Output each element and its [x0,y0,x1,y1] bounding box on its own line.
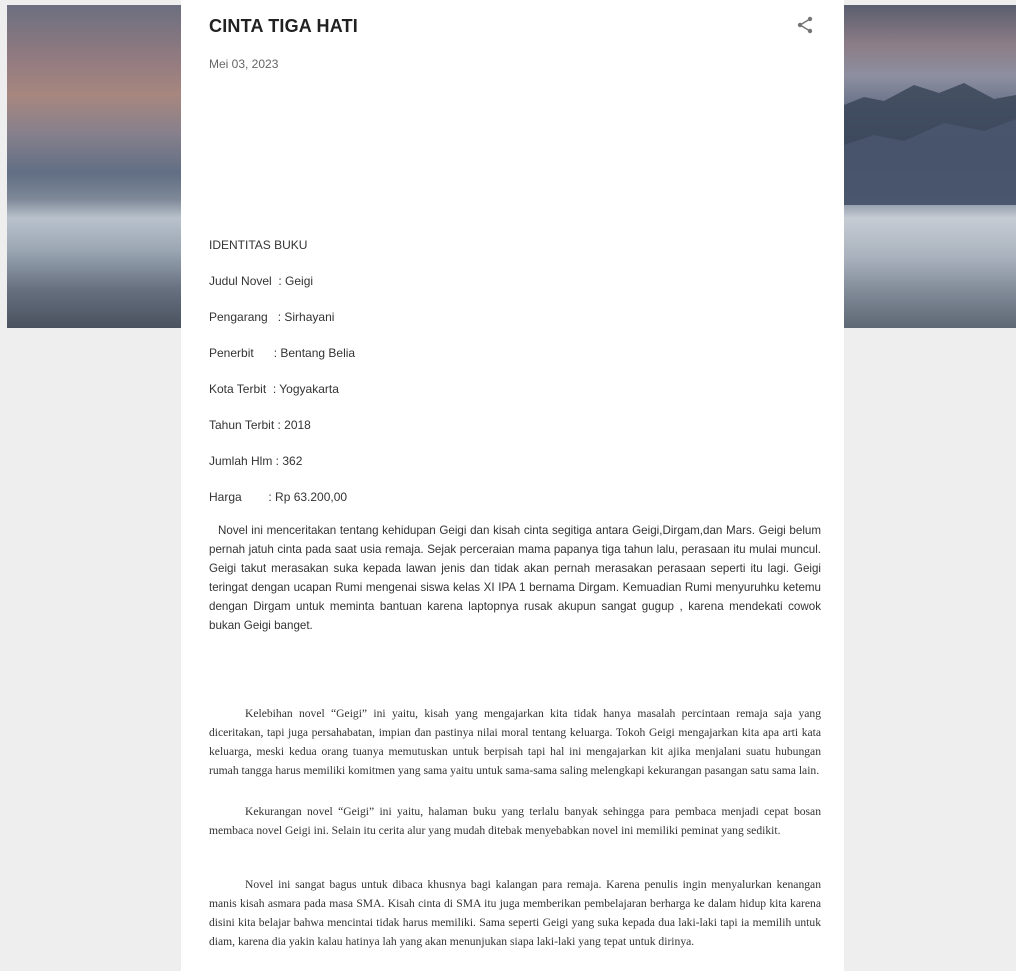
identity-item-year: Tahun Terbit : 2018 [209,418,311,432]
post-date: Mei 03, 2023 [209,57,279,71]
identity-item-author: Pengarang : Sirhayani [209,310,335,324]
post-title: CINTA TIGA HATI [209,16,358,36]
conclusion-paragraph: Novel ini sangat bagus untuk dibaca khus… [209,878,821,948]
share-icon[interactable] [795,15,815,35]
header-background-image-right [844,5,1016,328]
identity-item-publisher: Penerbit : Bentang Belia [209,346,356,360]
identity-item-city: Kota Terbit : Yogyakarta [209,382,339,396]
weaknesses-paragraph: Kekurangan novel “Geigi” ini yaitu, hala… [209,805,821,837]
identity-item-pages: Jumlah Hlm : 362 [209,454,303,468]
identity-heading: IDENTITAS BUKU [209,238,308,252]
identity-item-price: Harga : Rp 63.200,00 [209,490,348,504]
identity-item-title: Judul Novel : Geigi [209,274,314,288]
header-background-image-left [7,5,181,328]
blog-post: CINTA TIGA HATI Mei 03, 2023 IDENTITAS B… [181,0,844,971]
mountain-silhouette [844,83,1016,205]
synopsis-paragraph: Novel ini menceritakan tentang kehidupan… [209,524,821,632]
strengths-paragraph: Kelebihan novel “Geigi” ini yaitu, kisah… [209,707,821,777]
